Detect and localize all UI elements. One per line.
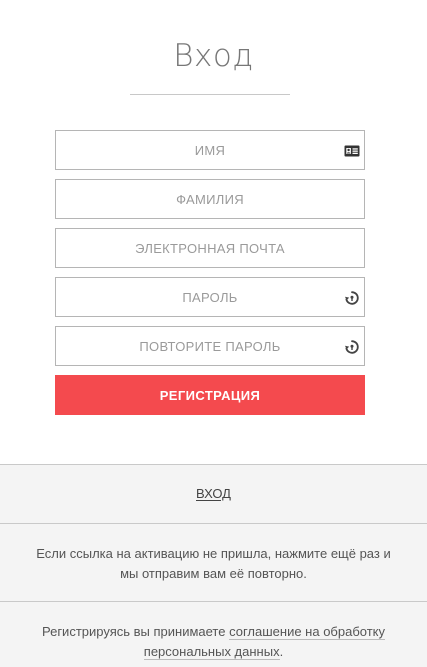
password-repeat-field-wrapper [55,326,365,366]
footer-divider [0,523,427,524]
password-generate-icon[interactable] [344,339,360,355]
first-name-field-wrapper [55,130,365,170]
page-title: Вход [173,38,254,74]
title-divider [130,94,290,95]
first-name-input[interactable] [56,131,364,169]
login-link[interactable]: ВХОД [196,486,231,501]
password-generate-icon[interactable] [344,290,360,306]
consent-text-end: . [279,644,284,659]
password-input[interactable] [56,278,364,316]
footer-divider [0,464,427,465]
footer-divider [0,601,427,602]
activation-text-start: Если ссылка на активацию не пришла, [36,546,275,561]
consent-text: Регистрируясь вы принимаете соглашение н… [30,622,397,662]
password-field-wrapper [55,277,365,317]
email-field-wrapper [55,228,365,268]
password-repeat-input[interactable] [56,327,364,365]
last-name-field-wrapper [55,179,365,219]
consent-text-start: Регистрируясь вы принимаете [41,624,230,639]
register-button[interactable]: РЕГИСТРАЦИЯ [55,375,365,415]
email-input[interactable] [56,229,364,267]
footer: ВХОД Если ссылка на активацию не пришла,… [0,464,427,667]
login-link-container: ВХОД [0,486,427,501]
registration-form: РЕГИСТРАЦИЯ [55,130,365,415]
activation-resend-text: Если ссылка на активацию не пришла, нажм… [30,544,397,584]
activation-resend-link[interactable]: нажмите ещё раз [275,546,380,561]
last-name-input[interactable] [56,180,364,218]
id-card-icon [344,145,360,157]
